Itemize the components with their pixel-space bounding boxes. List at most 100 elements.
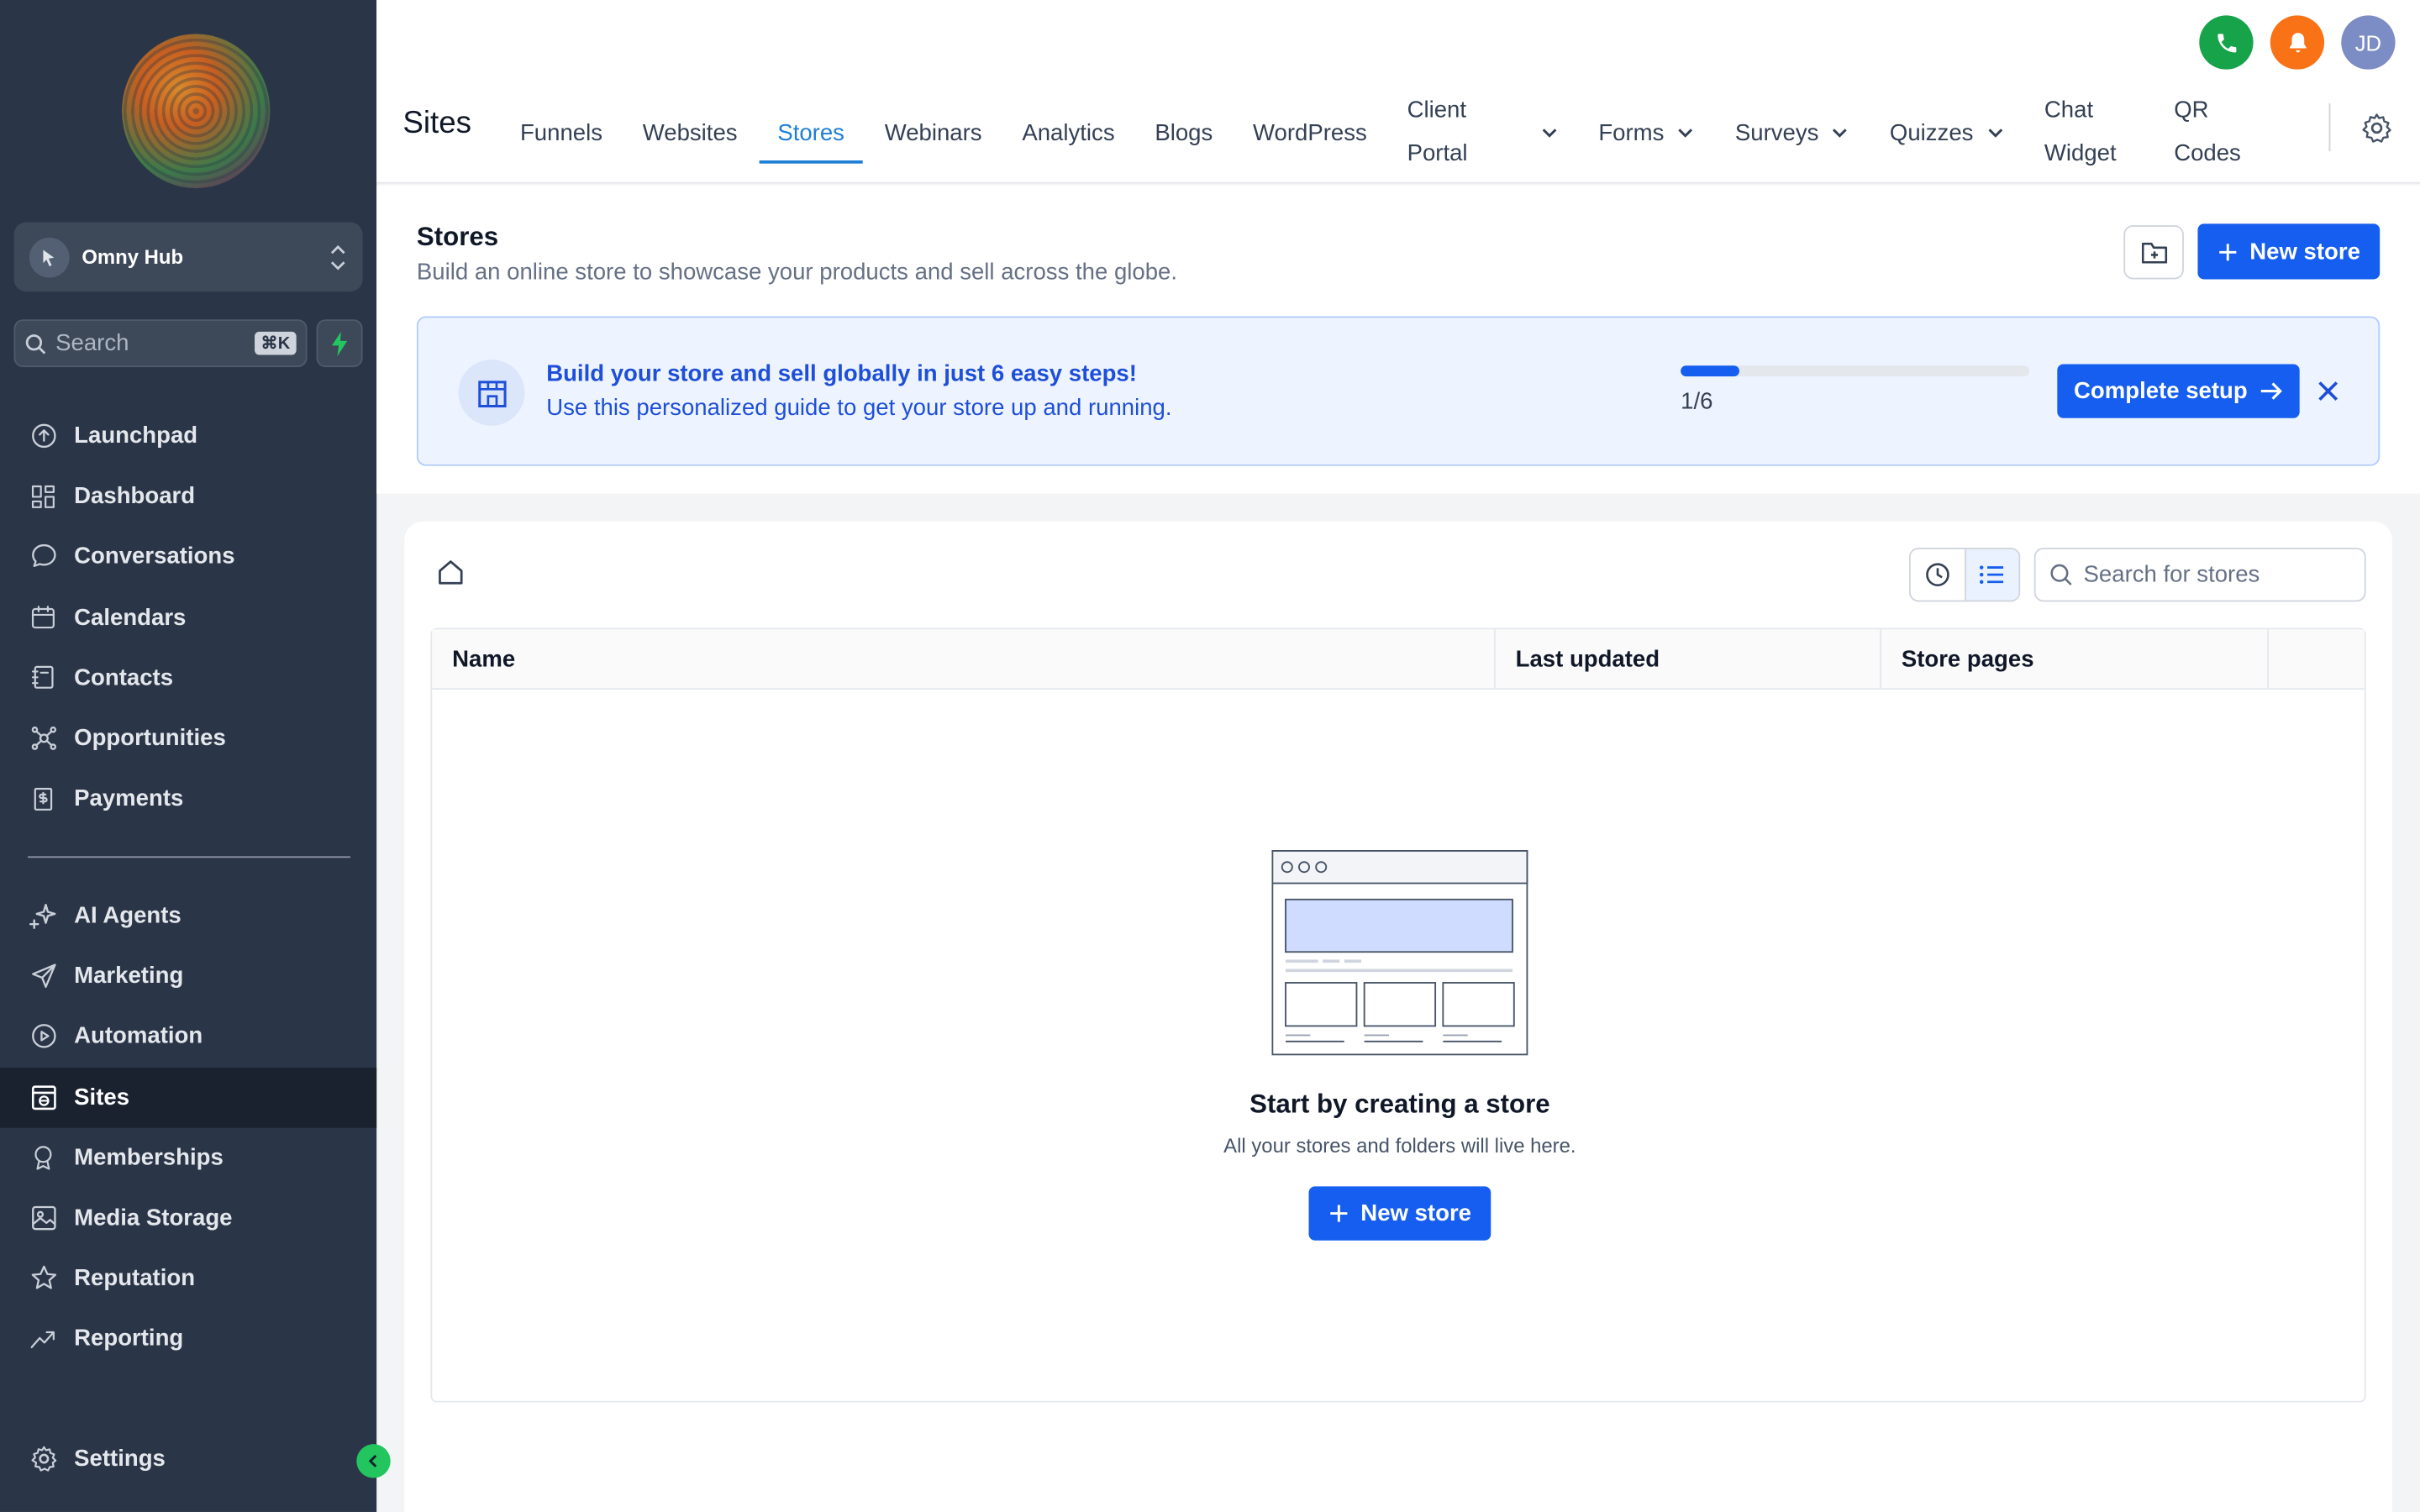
tab-surveys[interactable]: Surveys [1715, 83, 1870, 182]
stores-table: Name Last updated Store pages Start by c… [430, 627, 2367, 1403]
clock-icon [1926, 563, 1949, 586]
sidebar-item-label: Media Storage [74, 1205, 233, 1231]
chevron-down-icon [1678, 129, 1693, 138]
top-header: JD Sites Funnels Websites Stores Webinars An… [376, 0, 2420, 184]
sidebar: Omny Hub Search ⌘K Launchpad Dashboard Con… [0, 0, 391, 1512]
dashboard-icon [28, 481, 59, 512]
recent-view-button[interactable] [1911, 549, 1965, 601]
new-store-button[interactable]: New store [2197, 223, 2381, 280]
phone-button[interactable] [2199, 15, 2254, 70]
column-store-pages[interactable]: Store pages [1881, 629, 2269, 689]
banner-subtitle: Use this personalized guide to get your … [546, 395, 1172, 422]
tab-stores[interactable]: Stores [757, 83, 864, 182]
account-switcher[interactable]: Omny Hub [13, 222, 363, 292]
complete-setup-button[interactable]: Complete setup [2057, 364, 2300, 418]
settings-gear-icon[interactable] [2360, 111, 2393, 144]
sidebar-item-conversations[interactable]: Conversations [0, 527, 376, 587]
sparkle-icon [28, 900, 59, 932]
tab-blogs[interactable]: Blogs [1134, 83, 1233, 182]
sidebar-item-label: Dashboard [74, 483, 196, 510]
sidebar-item-automation[interactable]: Automation [0, 1006, 376, 1067]
sidebar-item-dashboard[interactable]: Dashboard [0, 466, 376, 527]
table-header: Name Last updated Store pages [432, 629, 2365, 690]
chevron-updown-icon [330, 244, 345, 270]
tab-forms[interactable]: Forms [1578, 83, 1715, 182]
send-icon [28, 961, 59, 992]
header-separator [2328, 103, 2331, 151]
notifications-button[interactable] [2270, 15, 2325, 70]
collapse-sidebar-button[interactable] [356, 1444, 391, 1478]
sidebar-item-settings[interactable]: Settings [0, 1429, 376, 1489]
chevron-down-icon [1542, 129, 1556, 138]
tab-label: Chat Widget [2044, 97, 2117, 167]
quick-actions-button[interactable] [316, 319, 363, 368]
tab-analytics[interactable]: Analytics [1002, 83, 1134, 182]
user-avatar[interactable]: JD [2341, 15, 2396, 70]
setup-progress-label: 1/6 [1681, 388, 1713, 416]
sidebar-item-media-storage[interactable]: Media Storage [0, 1188, 376, 1248]
tab-label: Client Portal [1407, 97, 1468, 167]
launchpad-icon [28, 421, 59, 452]
sidebar-item-marketing[interactable]: Marketing [0, 946, 376, 1006]
empty-state-subtitle: All your stores and folders will live he… [1223, 1133, 1576, 1158]
tab-label: Quizzes [1889, 119, 1974, 146]
tab-label: WordPress [1253, 119, 1367, 146]
sidebar-item-label: Conversations [74, 543, 235, 570]
search-icon [25, 333, 46, 354]
lightning-icon [331, 330, 348, 356]
empty-new-store-label: New store [1360, 1200, 1472, 1227]
sidebar-search[interactable]: Search ⌘K [13, 319, 308, 368]
trend-icon [28, 1324, 59, 1355]
new-store-label: New store [2249, 238, 2360, 265]
sites-tabs: Funnels Websites Stores Webinars Analytics Bl… [500, 83, 2268, 182]
sidebar-item-reporting[interactable]: Reporting [0, 1309, 376, 1369]
tab-funnels[interactable]: Funnels [500, 83, 623, 182]
tab-qr-codes[interactable]: QR Codes [2154, 83, 2268, 182]
sidebar-item-payments[interactable]: Payments [0, 769, 376, 829]
chevron-down-icon [1987, 129, 2002, 138]
calendar-icon [28, 602, 59, 633]
home-icon[interactable] [437, 559, 465, 586]
column-last-updated[interactable]: Last updated [1496, 629, 1881, 689]
column-name[interactable]: Name [432, 629, 1496, 689]
plus-icon [1329, 1205, 1347, 1222]
tab-wordpress[interactable]: WordPress [1233, 83, 1387, 182]
column-actions [2269, 629, 2365, 688]
sidebar-item-label: Marketing [74, 963, 184, 990]
tab-webinars[interactable]: Webinars [865, 83, 1002, 182]
sidebar-item-launchpad[interactable]: Launchpad [0, 406, 376, 466]
sidebar-item-memberships[interactable]: Memberships [0, 1127, 376, 1188]
sidebar-item-opportunities[interactable]: Opportunities [0, 708, 376, 769]
contacts-icon [28, 663, 59, 694]
sidebar-item-label: Opportunities [74, 725, 226, 752]
tab-quizzes[interactable]: Quizzes [1870, 83, 2024, 182]
setup-progress-fill [1681, 365, 1739, 377]
tab-client-portal[interactable]: Client Portal [1387, 83, 1579, 182]
sidebar-item-calendars[interactable]: Calendars [0, 587, 376, 648]
star-icon [28, 1263, 59, 1294]
gear-icon [28, 1443, 59, 1474]
sidebar-item-reputation[interactable]: Reputation [0, 1248, 376, 1309]
sidebar-item-contacts[interactable]: Contacts [0, 648, 376, 708]
sidebar-item-ai-agents[interactable]: AI Agents [0, 885, 376, 946]
sidebar-item-label: Automation [74, 1023, 203, 1050]
stores-header: Stores Build an online store to showcase… [376, 185, 2420, 494]
empty-state: Start by creating a store All your store… [432, 850, 2367, 1241]
sidebar-item-label: Launchpad [74, 423, 198, 449]
tab-label: Webinars [884, 119, 982, 146]
storefront-icon [458, 359, 525, 426]
tab-label: Surveys [1734, 119, 1819, 146]
sidebar-item-sites[interactable]: Sites [0, 1067, 377, 1128]
tab-websites[interactable]: Websites [623, 83, 758, 182]
image-icon [28, 1203, 59, 1234]
store-search-input[interactable] [2083, 561, 2346, 588]
close-banner-icon[interactable] [2315, 378, 2341, 404]
tab-label: Funnels [519, 119, 603, 146]
phone-icon [2217, 33, 2236, 52]
sidebar-item-label: Reputation [74, 1265, 196, 1292]
tab-chat-widget[interactable]: Chat Widget [2024, 83, 2154, 182]
new-folder-button[interactable] [2123, 225, 2184, 280]
list-view-button[interactable] [1965, 549, 2019, 601]
empty-new-store-button[interactable]: New store [1308, 1186, 1491, 1241]
sidebar-settings-section: Settings [0, 1429, 376, 1489]
